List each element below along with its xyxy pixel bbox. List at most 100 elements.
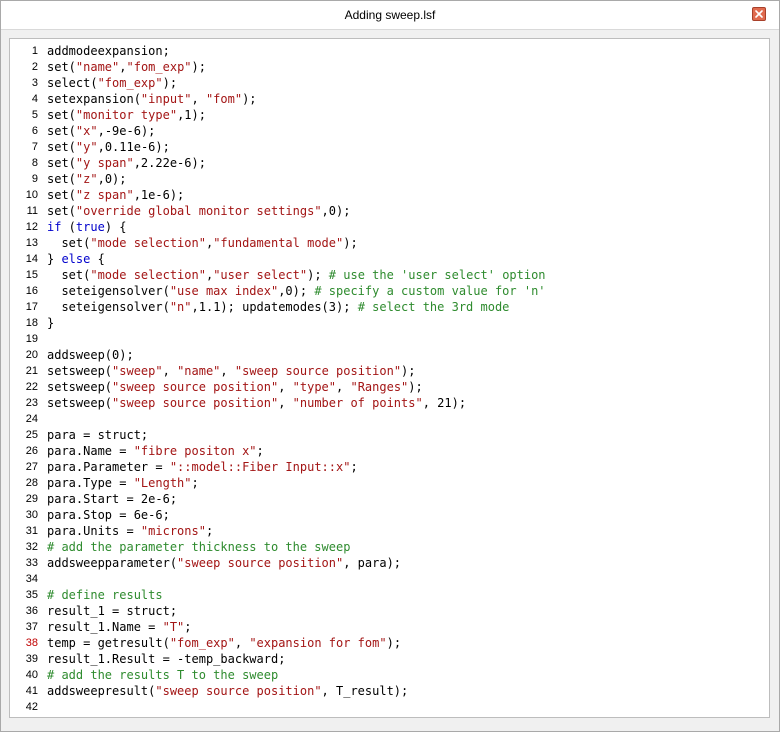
line-code: set("x",-9e-6); — [47, 123, 155, 139]
string-token: "microns" — [140, 524, 206, 538]
code-lines: 1 addmodeexpansion; 2 set("name","fom_exp")… — [10, 43, 769, 715]
code-line[interactable]: 30 para.Stop = 6e-6; — [10, 507, 769, 523]
string-token: "fibre positon x" — [133, 444, 257, 458]
code-token: result_1 = struct; — [47, 604, 178, 618]
line-code: seteigensolver("use max index",0); # spe… — [47, 283, 545, 299]
code-line[interactable]: 15 set("mode selection","user select"); … — [10, 267, 769, 283]
string-token: "number of points" — [292, 396, 423, 410]
code-line[interactable]: 28 para.Type = "Length"; — [10, 475, 769, 491]
line-code: result_1.Name = "T"; — [47, 619, 192, 635]
string-token: "z span" — [75, 188, 134, 202]
code-line[interactable]: 22 setsweep("sweep source position", "typ… — [10, 379, 769, 395]
code-line[interactable]: 11 set("override global monitor settings"… — [10, 203, 769, 219]
string-token: "sweep source position" — [234, 364, 402, 378]
code-line[interactable]: 24 — [10, 411, 769, 427]
code-line[interactable]: 17 seteigensolver("n",1.1); updatemodes(… — [10, 299, 769, 315]
keyword-token: if — [47, 220, 62, 234]
code-line[interactable]: 9 set("z",0); — [10, 171, 769, 187]
code-line[interactable]: 21 setsweep("sweep", "name", "sweep sourc… — [10, 363, 769, 379]
line-code: set("z",0); — [47, 171, 127, 187]
close-icon — [755, 10, 763, 18]
code-line[interactable]: 1 addmodeexpansion; — [10, 43, 769, 59]
code-line[interactable]: 3 select("fom_exp"); — [10, 75, 769, 91]
code-line[interactable]: 8 set("y span",2.22e-6); — [10, 155, 769, 171]
code-token: para.Type = — [47, 476, 134, 490]
line-code: setsweep("sweep source position", "numbe… — [47, 395, 466, 411]
line-number: 1 — [31, 45, 38, 57]
code-token: addmodeexpansion; — [47, 44, 170, 58]
code-line[interactable]: 40 # add the results T to the sweep — [10, 667, 769, 683]
code-line[interactable]: 16 seteigensolver("use max index",0); # … — [10, 283, 769, 299]
title-bar[interactable]: Adding sweep.lsf — [1, 1, 779, 30]
code-line[interactable]: 31 para.Units = "microns"; — [10, 523, 769, 539]
line-number: 28 — [25, 477, 38, 489]
code-line[interactable]: 20 addsweep(0); — [10, 347, 769, 363]
line-number: 22 — [25, 381, 38, 393]
line-number: 30 — [25, 509, 38, 521]
line-code: setsweep("sweep", "name", "sweep source … — [47, 363, 416, 379]
string-token: "fom_exp" — [169, 636, 235, 650]
code-line[interactable]: 2 set("name","fom_exp"); — [10, 59, 769, 75]
script-editor-window: Adding sweep.lsf 1 addmodeexpansion; 2 set(… — [0, 0, 780, 732]
code-line[interactable]: 35 # define results — [10, 587, 769, 603]
code-token: , 21); — [422, 396, 467, 410]
string-token: "monitor type" — [75, 108, 178, 122]
string-token: "fom_exp" — [126, 60, 192, 74]
code-line[interactable]: 4 setexpansion("input", "fom"); — [10, 91, 769, 107]
code-line[interactable]: 38 temp = getresult("fom_exp", "expansion… — [10, 635, 769, 651]
code-token: ; — [184, 620, 192, 634]
code-line[interactable]: 25 para = struct; — [10, 427, 769, 443]
string-token: "sweep source position" — [177, 556, 344, 570]
code-line[interactable]: 33 addsweepparameter("sweep source positi… — [10, 555, 769, 571]
code-token: setsweep( — [47, 380, 113, 394]
code-line[interactable]: 14 } else { — [10, 251, 769, 267]
code-token: ; — [350, 460, 358, 474]
code-token: , — [278, 380, 293, 394]
close-button[interactable] — [752, 7, 766, 21]
line-number: 15 — [25, 269, 38, 281]
code-line[interactable]: 19 — [10, 331, 769, 347]
line-code: set("override global monitor settings",0… — [47, 203, 350, 219]
line-code: set("y",0.11e-6); — [47, 139, 170, 155]
code-token: set( — [47, 60, 76, 74]
string-token: "T" — [162, 620, 185, 634]
code-token: set( — [47, 172, 76, 186]
code-line[interactable]: 13 set("mode selection","fundamental mod… — [10, 235, 769, 251]
code-token: ; — [256, 444, 264, 458]
line-code: } else { — [47, 251, 105, 267]
code-line[interactable]: 6 set("x",-9e-6); — [10, 123, 769, 139]
code-line[interactable]: 32 # add the parameter thickness to the s… — [10, 539, 769, 555]
code-line[interactable]: 29 para.Start = 2e-6; — [10, 491, 769, 507]
line-number: 16 — [25, 285, 38, 297]
code-line[interactable]: 42 — [10, 699, 769, 715]
code-token: ); — [191, 60, 206, 74]
code-line[interactable]: 7 set("y",0.11e-6); — [10, 139, 769, 155]
line-number: 14 — [25, 253, 38, 265]
code-line[interactable]: 41 addsweepresult("sweep source position"… — [10, 683, 769, 699]
code-token: ; — [191, 476, 199, 490]
code-line[interactable]: 37 result_1.Name = "T"; — [10, 619, 769, 635]
code-line[interactable]: 26 para.Name = "fibre positon x"; — [10, 443, 769, 459]
code-line[interactable]: 5 set("monitor type",1); — [10, 107, 769, 123]
line-number: 38 — [25, 637, 38, 649]
code-line[interactable]: 10 set("z span",1e-6); — [10, 187, 769, 203]
code-editor[interactable]: 1 addmodeexpansion; 2 set("name","fom_exp")… — [9, 38, 770, 718]
line-number: 36 — [25, 605, 38, 617]
line-number: 6 — [31, 125, 38, 137]
code-line[interactable]: 34 — [10, 571, 769, 587]
code-line[interactable]: 39 result_1.Result = -temp_backward; — [10, 651, 769, 667]
code-line[interactable]: 18} — [10, 315, 769, 331]
string-token: "Length" — [133, 476, 192, 490]
code-line[interactable]: 36 result_1 = struct; — [10, 603, 769, 619]
code-line[interactable]: 23 setsweep("sweep source position", "num… — [10, 395, 769, 411]
string-token: "fom" — [205, 92, 243, 106]
code-line[interactable]: 12 if (true) { — [10, 219, 769, 235]
code-line[interactable]: 27 para.Parameter = "::model::Fiber Input… — [10, 459, 769, 475]
line-number: 25 — [25, 429, 38, 441]
code-token: ,1.1); updatemodes(3); — [191, 300, 358, 314]
line-code: para.Name = "fibre positon x"; — [47, 443, 264, 459]
comment-token: # define results — [47, 588, 163, 602]
line-number: 29 — [25, 493, 38, 505]
string-token: "override global monitor settings" — [75, 204, 322, 218]
line-number: 32 — [25, 541, 38, 553]
